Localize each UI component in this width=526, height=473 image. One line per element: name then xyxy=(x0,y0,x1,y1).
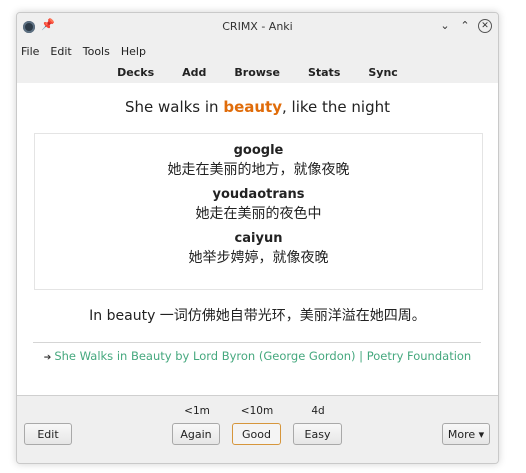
minimize-icon[interactable]: ⌄ xyxy=(438,19,452,33)
menu-bar: File Edit Tools Help xyxy=(17,41,498,61)
answer-bar: Edit <1m Again <10m Good 4d Easy More ▾ xyxy=(17,395,498,463)
translation-text-caiyun: 她举步娉婷，就像夜晚 xyxy=(188,250,329,266)
again-interval: <1m xyxy=(184,405,210,417)
translations-box: google 她走在美丽的地方，就像夜晚 youdaotrans 她走在美丽的夜… xyxy=(34,133,483,290)
translation-text-google: 她走在美丽的地方，就像夜晚 xyxy=(167,162,350,178)
question-text-before: She walks in xyxy=(124,98,224,116)
card-view: She walks in beauty, like the night goog… xyxy=(17,83,498,395)
toolbar-sync[interactable]: Sync xyxy=(368,66,397,79)
question-text-after: , like the night xyxy=(282,98,391,116)
translation-source-youdaotrans: youdaotrans xyxy=(212,187,305,202)
menu-help[interactable]: Help xyxy=(121,45,146,58)
toolbar-stats[interactable]: Stats xyxy=(308,66,340,79)
anki-window: 📌 CRIMX - Anki ⌄ ⌃ ✕ File Edit Tools Hel… xyxy=(16,12,499,464)
easy-button[interactable]: Easy xyxy=(293,423,342,445)
maximize-icon[interactable]: ⌃ xyxy=(458,19,472,33)
title-bar: 📌 CRIMX - Anki ⌄ ⌃ ✕ xyxy=(17,13,498,41)
source-line: ➔ She Walks in Beauty by Lord Byron (Geor… xyxy=(17,349,498,363)
good-button[interactable]: Good xyxy=(232,423,281,445)
source-link[interactable]: She Walks in Beauty by Lord Byron (Georg… xyxy=(54,349,471,363)
translation-source-caiyun: caiyun xyxy=(234,231,283,246)
main-toolbar: Decks Add Browse Stats Sync xyxy=(17,61,498,84)
toolbar-add[interactable]: Add xyxy=(182,66,206,79)
card-explanation: In beauty 一词仿佛她自带光环，美丽洋溢在她四周。 xyxy=(89,308,426,324)
card-question: She walks in beauty, like the night xyxy=(17,98,498,116)
translation-text-youdaotrans: 她走在美丽的夜色中 xyxy=(195,206,322,222)
question-highlight-word: beauty xyxy=(223,98,283,116)
good-interval: <10m xyxy=(240,405,274,417)
edit-button[interactable]: Edit xyxy=(24,423,72,445)
easy-interval: 4d xyxy=(311,405,325,417)
menu-file[interactable]: File xyxy=(21,45,39,58)
divider xyxy=(33,342,481,343)
more-button[interactable]: More ▾ xyxy=(442,423,490,445)
toolbar-decks[interactable]: Decks xyxy=(117,66,154,79)
source-arrow-icon: ➔ xyxy=(43,353,52,363)
menu-edit[interactable]: Edit xyxy=(50,45,71,58)
menu-tools[interactable]: Tools xyxy=(83,45,110,58)
again-button[interactable]: Again xyxy=(172,423,220,445)
window-title: CRIMX - Anki xyxy=(222,20,293,33)
toolbar-browse[interactable]: Browse xyxy=(234,66,280,79)
translation-source-google: google xyxy=(233,143,284,158)
close-icon[interactable]: ✕ xyxy=(478,19,492,33)
